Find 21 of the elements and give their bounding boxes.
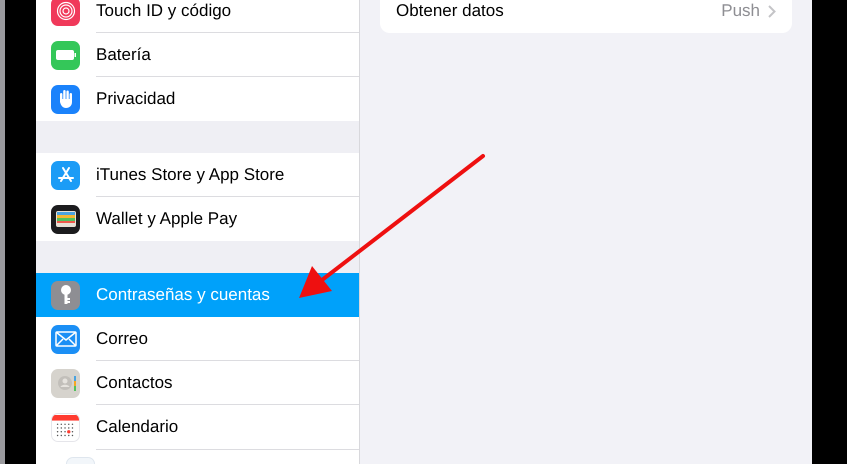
- envelope-icon: [51, 324, 80, 354]
- item-label: Touch ID y código: [96, 0, 232, 22]
- item-label: Contactos: [96, 372, 173, 394]
- item-label: Wallet y Apple Pay: [96, 208, 238, 230]
- key-icon: [51, 280, 80, 310]
- item-label: iTunes Store y App Store: [96, 164, 284, 186]
- item-label: Contraseñas y cuentas: [96, 284, 270, 306]
- calendar-icon: [51, 412, 80, 442]
- item-label: Privacidad: [96, 88, 176, 110]
- app-store-icon: [51, 160, 80, 190]
- row-value: Push: [721, 0, 760, 22]
- item-label: Calendario: [96, 416, 178, 438]
- chevron-icon: [768, 4, 776, 18]
- item-label: Batería: [96, 44, 151, 66]
- hand-icon: [51, 84, 80, 114]
- wallet-icon: [51, 204, 80, 234]
- item-label: Correo: [96, 328, 148, 350]
- row-label: Obtener datos: [396, 0, 505, 22]
- fingerprint-icon: [51, 0, 80, 26]
- battery-icon: [51, 40, 80, 70]
- contact-book-icon: [51, 368, 80, 398]
